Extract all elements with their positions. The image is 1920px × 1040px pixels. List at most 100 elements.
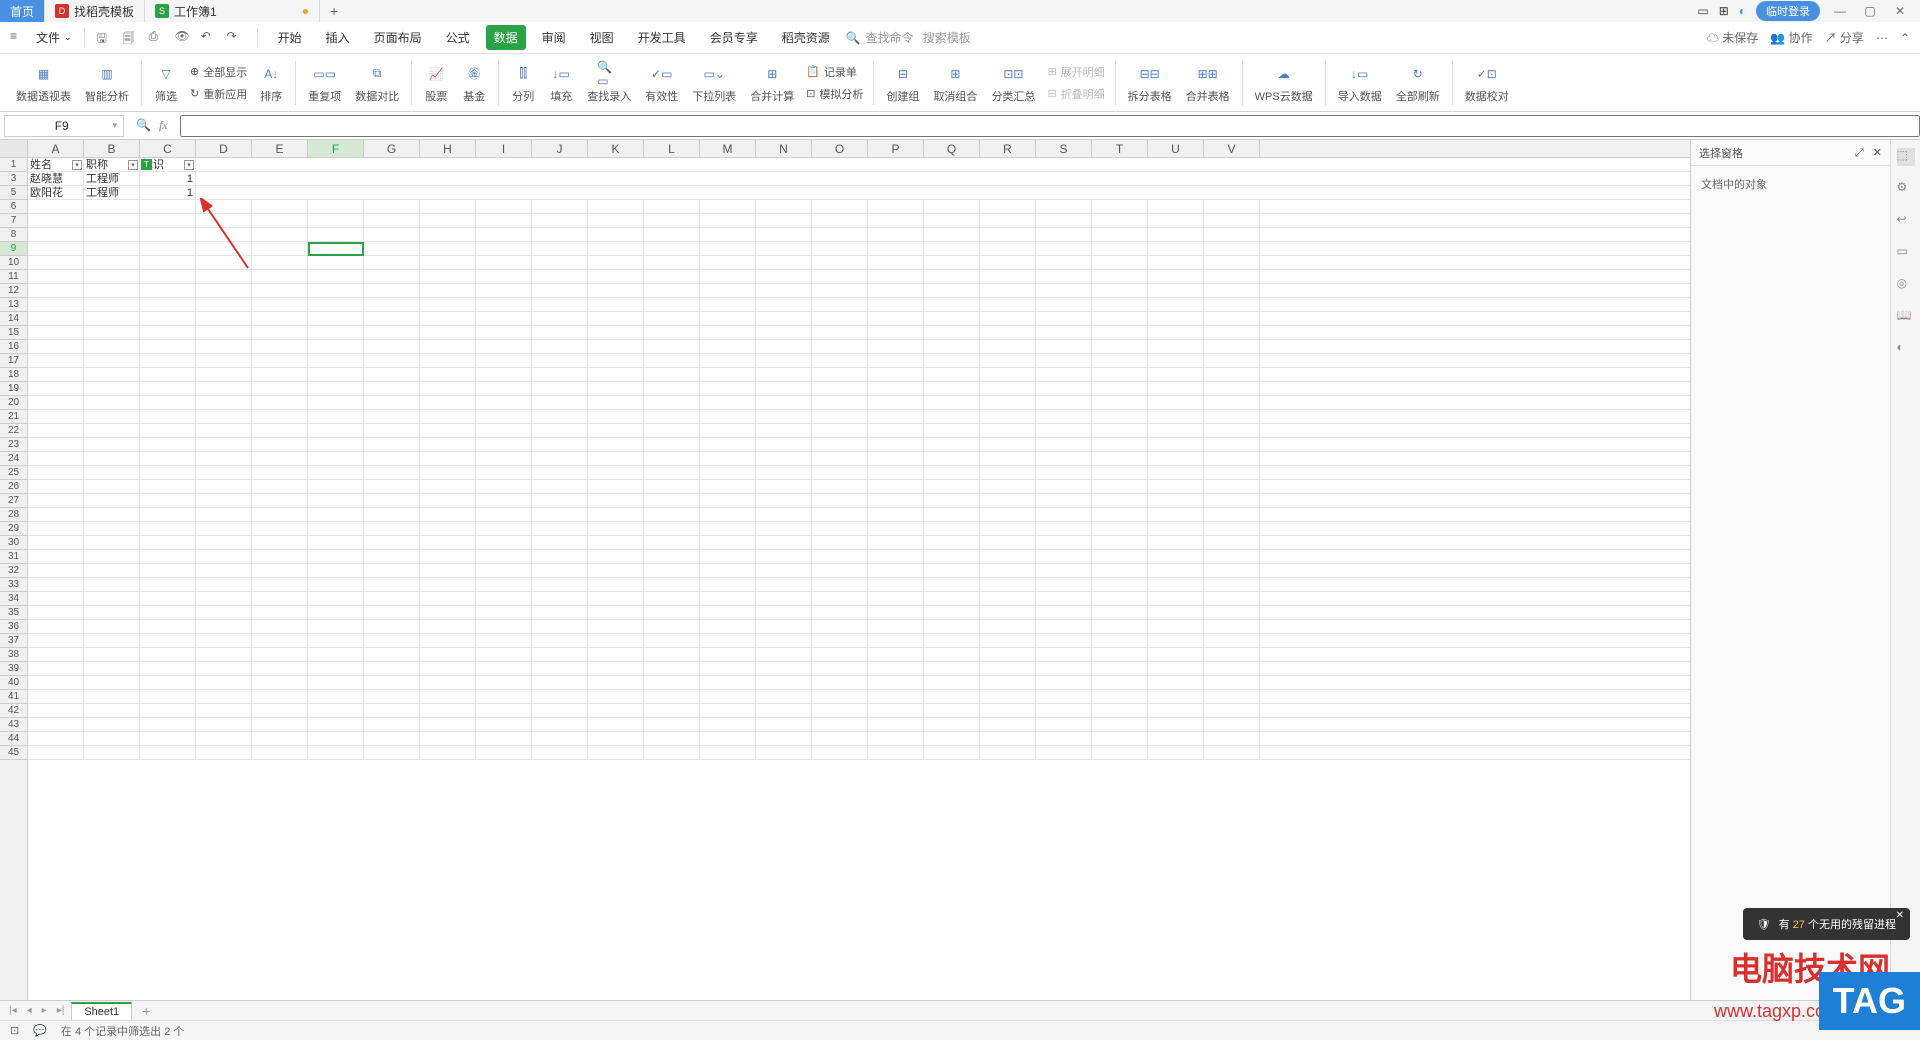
cell[interactable] (364, 270, 420, 283)
cell[interactable] (700, 214, 756, 227)
cell[interactable] (196, 368, 252, 381)
row-header[interactable]: 30 (0, 536, 27, 550)
cell[interactable] (700, 340, 756, 353)
cell[interactable] (84, 690, 140, 703)
cell[interactable] (532, 466, 588, 479)
cell[interactable] (476, 634, 532, 647)
cell[interactable] (476, 368, 532, 381)
cell[interactable] (980, 368, 1036, 381)
column-header[interactable]: J (532, 140, 588, 157)
sheet-nav-first[interactable]: |◂ (6, 1005, 20, 1016)
cell[interactable] (588, 340, 644, 353)
cell[interactable] (868, 550, 924, 563)
cell[interactable] (84, 508, 140, 521)
import-button[interactable]: ↓▭导入数据 (1332, 60, 1388, 106)
cell[interactable] (1148, 200, 1204, 213)
save-as-icon[interactable]: 🗐 (123, 29, 141, 47)
cell[interactable] (1204, 466, 1260, 479)
cell[interactable] (252, 732, 308, 745)
cell[interactable] (140, 522, 196, 535)
cell[interactable] (1204, 746, 1260, 759)
cell[interactable]: 工程师 (84, 172, 140, 185)
cell[interactable] (84, 214, 140, 227)
cell[interactable] (364, 620, 420, 633)
cell[interactable] (308, 480, 364, 493)
cell[interactable] (84, 648, 140, 661)
cell[interactable] (980, 214, 1036, 227)
cell[interactable] (812, 256, 868, 269)
row-header[interactable]: 13 (0, 298, 27, 312)
cell[interactable] (868, 452, 924, 465)
cell[interactable] (868, 354, 924, 367)
cell[interactable] (924, 578, 980, 591)
cell[interactable] (644, 340, 700, 353)
cell[interactable] (364, 564, 420, 577)
sort-button[interactable]: A↓排序 (253, 60, 289, 106)
cell[interactable] (868, 732, 924, 745)
cell[interactable] (980, 676, 1036, 689)
cell[interactable] (1148, 466, 1204, 479)
row-header[interactable]: 33 (0, 578, 27, 592)
row-header[interactable]: 10 (0, 256, 27, 270)
cell[interactable] (1092, 368, 1148, 381)
cell[interactable] (308, 452, 364, 465)
settings-icon[interactable]: ⚙ (1897, 180, 1915, 198)
cell[interactable] (924, 396, 980, 409)
cell[interactable] (1036, 480, 1092, 493)
pivot-table-button[interactable]: ▦数据透视表 (10, 60, 77, 106)
cell[interactable] (1204, 718, 1260, 731)
cell[interactable] (924, 536, 980, 549)
cell[interactable] (1092, 228, 1148, 241)
cell[interactable] (700, 452, 756, 465)
cell[interactable] (756, 592, 812, 605)
toast-close-button[interactable]: ✕ (1896, 910, 1904, 921)
cell[interactable] (84, 634, 140, 647)
cell[interactable] (196, 200, 252, 213)
cell[interactable] (1148, 452, 1204, 465)
row-header[interactable]: 11 (0, 270, 27, 284)
cell[interactable] (980, 718, 1036, 731)
cell[interactable] (1148, 746, 1204, 759)
cell[interactable] (308, 550, 364, 563)
row-header[interactable]: 40 (0, 676, 27, 690)
cell[interactable] (476, 676, 532, 689)
cell[interactable] (700, 368, 756, 381)
cell[interactable] (476, 494, 532, 507)
menu-dev[interactable]: 开发工具 (630, 25, 694, 50)
cell[interactable] (1148, 536, 1204, 549)
cell[interactable] (1092, 284, 1148, 297)
cell[interactable] (28, 662, 84, 675)
cell[interactable] (812, 368, 868, 381)
filter-dropdown-b[interactable]: ▾ (128, 160, 138, 170)
cell[interactable] (588, 690, 644, 703)
column-header[interactable]: H (420, 140, 476, 157)
cell[interactable] (812, 578, 868, 591)
cell[interactable] (756, 480, 812, 493)
cell[interactable] (84, 326, 140, 339)
cell[interactable] (924, 508, 980, 521)
row-header[interactable]: 19 (0, 382, 27, 396)
cell[interactable] (476, 354, 532, 367)
cell[interactable] (364, 284, 420, 297)
cell[interactable] (756, 284, 812, 297)
cell[interactable] (812, 746, 868, 759)
cell[interactable] (588, 298, 644, 311)
cell[interactable] (924, 410, 980, 423)
cell[interactable] (980, 382, 1036, 395)
cell[interactable] (28, 718, 84, 731)
cell[interactable] (28, 214, 84, 227)
row-header[interactable]: 15 (0, 326, 27, 340)
cell[interactable] (1148, 522, 1204, 535)
cell[interactable] (420, 368, 476, 381)
cell[interactable] (196, 690, 252, 703)
cell[interactable] (588, 452, 644, 465)
cell[interactable] (980, 424, 1036, 437)
cell[interactable] (588, 270, 644, 283)
cell[interactable] (700, 676, 756, 689)
cell[interactable] (364, 424, 420, 437)
cell[interactable] (532, 312, 588, 325)
cell[interactable] (868, 662, 924, 675)
mode-icon[interactable]: ⊡ (10, 1024, 19, 1037)
cell[interactable] (28, 704, 84, 717)
cell[interactable] (476, 410, 532, 423)
